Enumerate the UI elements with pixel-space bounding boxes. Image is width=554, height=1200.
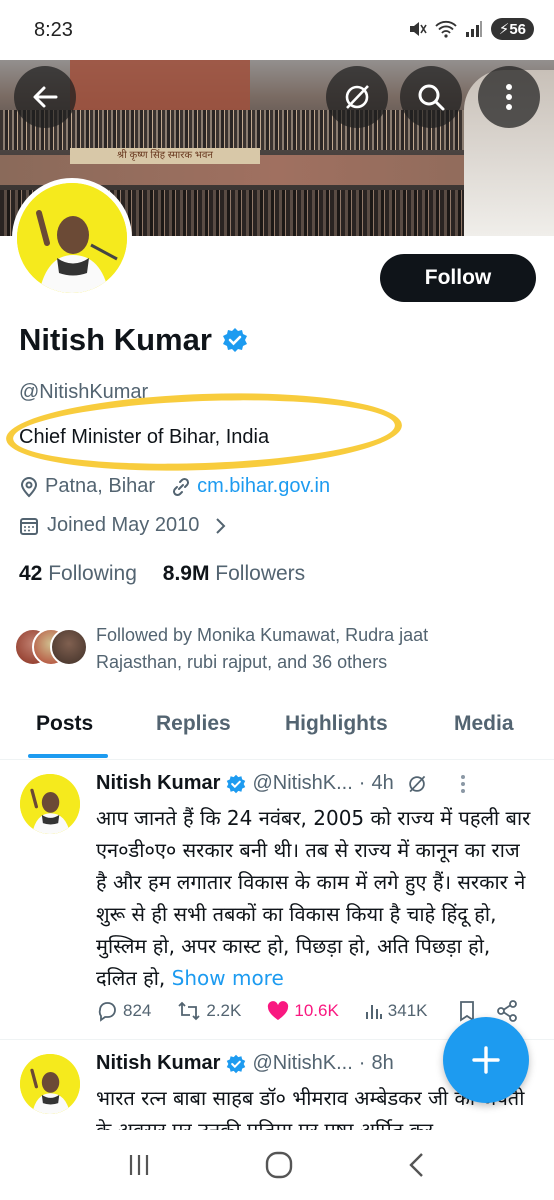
signal-icon <box>465 21 482 37</box>
tab-posts[interactable]: Posts <box>36 712 93 736</box>
tab-replies[interactable]: Replies <box>156 712 231 736</box>
plus-icon <box>472 1046 500 1074</box>
system-navigation-bar <box>0 1130 554 1200</box>
reply-button[interactable]: 824 <box>96 1000 151 1022</box>
views-count: 341K <box>387 1001 428 1020</box>
grok-icon[interactable] <box>406 773 428 795</box>
profile-joined-date: Joined May 2010 <box>47 514 200 536</box>
search-button[interactable] <box>400 66 462 128</box>
grok-icon <box>345 85 369 109</box>
profile-name: Nitish Kumar <box>19 322 248 358</box>
tab-media[interactable]: Media <box>454 712 514 736</box>
tweet-time: 8h <box>371 1052 394 1074</box>
follow-button[interactable]: Follow <box>380 254 536 302</box>
battery-indicator: ⚡56 <box>490 18 534 40</box>
wifi-icon <box>435 20 457 38</box>
profile-avatar[interactable] <box>12 178 132 298</box>
tweet-header: Nitish Kumar @NitishK... · 4h <box>96 772 466 795</box>
follower-avatar-3 <box>50 628 88 666</box>
tweet-author-handle: @NitishK... <box>252 1052 353 1074</box>
following-count-link[interactable]: 42 Following <box>19 562 137 585</box>
tweet-more-icon[interactable] <box>460 774 466 794</box>
home-icon[interactable] <box>264 1150 294 1180</box>
link-icon <box>173 477 190 496</box>
verified-badge-icon <box>227 1054 246 1073</box>
views-button[interactable]: 341K <box>365 1001 428 1021</box>
repost-button[interactable]: 2.2K <box>177 1000 241 1022</box>
tweet-body: आप जानते हैं कि 24 नवंबर, 2005 को राज्य … <box>96 806 531 990</box>
profile-joined-row[interactable]: Joined May 2010 <box>19 514 227 537</box>
back-button[interactable] <box>14 66 76 128</box>
reply-icon <box>98 1002 116 1022</box>
like-count: 10.6K <box>294 1001 339 1020</box>
verified-badge-icon <box>222 328 247 352</box>
tweet-text: आप जानते हैं कि 24 नवंबर, 2005 को राज्य … <box>96 802 536 994</box>
tweet-avatar[interactable] <box>20 1054 80 1114</box>
search-icon <box>418 84 445 111</box>
profile-meta-row: Patna, Bihar cm.bihar.gov.in <box>19 475 330 498</box>
status-icons: ⚡56 <box>407 18 534 40</box>
tweet-item[interactable]: Nitish Kumar @NitishK... · 4h आप जानते ह… <box>0 760 554 1040</box>
repost-icon <box>178 1001 201 1021</box>
avatar-portrait-icon <box>20 1054 80 1114</box>
profile-website-link[interactable]: cm.bihar.gov.in <box>197 475 330 498</box>
profile-location: Patna, Bihar <box>45 475 156 497</box>
active-tab-indicator <box>28 754 108 758</box>
verified-badge-icon <box>227 774 246 793</box>
repost-count: 2.2K <box>206 1001 242 1020</box>
followers-count-link[interactable]: 8.9M Followers <box>163 562 305 585</box>
location-pin-icon <box>20 476 38 497</box>
follow-counts: 42 Following 8.9M Followers <box>19 562 305 586</box>
tweet-header: Nitish Kumar @NitishK... · 8h <box>96 1052 394 1075</box>
more-options-button[interactable] <box>478 66 540 128</box>
profile-name-text: Nitish Kumar <box>19 322 212 357</box>
tweet-avatar[interactable] <box>20 774 80 834</box>
show-more-link[interactable]: Show more <box>172 966 284 990</box>
back-arrow-icon <box>33 86 58 108</box>
status-bar: 8:23 ⚡56 <box>0 0 554 60</box>
avatar-portrait-icon <box>20 774 80 834</box>
grok-button[interactable] <box>326 66 388 128</box>
back-icon[interactable] <box>406 1151 428 1179</box>
recent-apps-icon[interactable] <box>126 1152 152 1178</box>
like-button[interactable]: 10.6K <box>267 1001 339 1021</box>
tweet-dot: · <box>358 1052 366 1074</box>
followed-by-avatars <box>14 628 88 668</box>
avatar-portrait-icon <box>17 183 127 293</box>
tab-highlights[interactable]: Highlights <box>285 712 388 736</box>
tweet-dot: · <box>358 772 366 794</box>
views-chart-icon <box>365 1005 382 1019</box>
tweet-time: 4h <box>371 772 394 794</box>
reply-count: 824 <box>123 1001 152 1020</box>
more-vertical-icon <box>506 84 512 110</box>
mute-icon <box>409 22 427 36</box>
calendar-icon <box>20 517 38 535</box>
status-time: 8:23 <box>34 19 73 41</box>
profile-bio: Chief Minister of Bihar, India <box>19 426 270 448</box>
compose-post-button[interactable] <box>443 1017 529 1103</box>
tweet-author-name[interactable]: Nitish Kumar <box>96 1052 220 1075</box>
profile-tabs: Posts Replies Highlights Media <box>0 700 554 760</box>
followed-by-row[interactable]: Followed by Monika Kumawat, Rudra jaat R… <box>14 622 496 676</box>
followed-by-text: Followed by Monika Kumawat, Rudra jaat R… <box>96 625 429 672</box>
chevron-right-icon <box>216 517 226 534</box>
tweet-author-handle: @NitishK... <box>252 772 353 794</box>
tweet-actions: 824 2.2K 10.6K 341K <box>96 1000 536 1022</box>
banner-sign: श्री कृष्ण सिंह स्मारक भवन <box>70 148 260 164</box>
heart-filled-icon <box>268 1001 289 1020</box>
tweet-author-name[interactable]: Nitish Kumar <box>96 772 220 795</box>
